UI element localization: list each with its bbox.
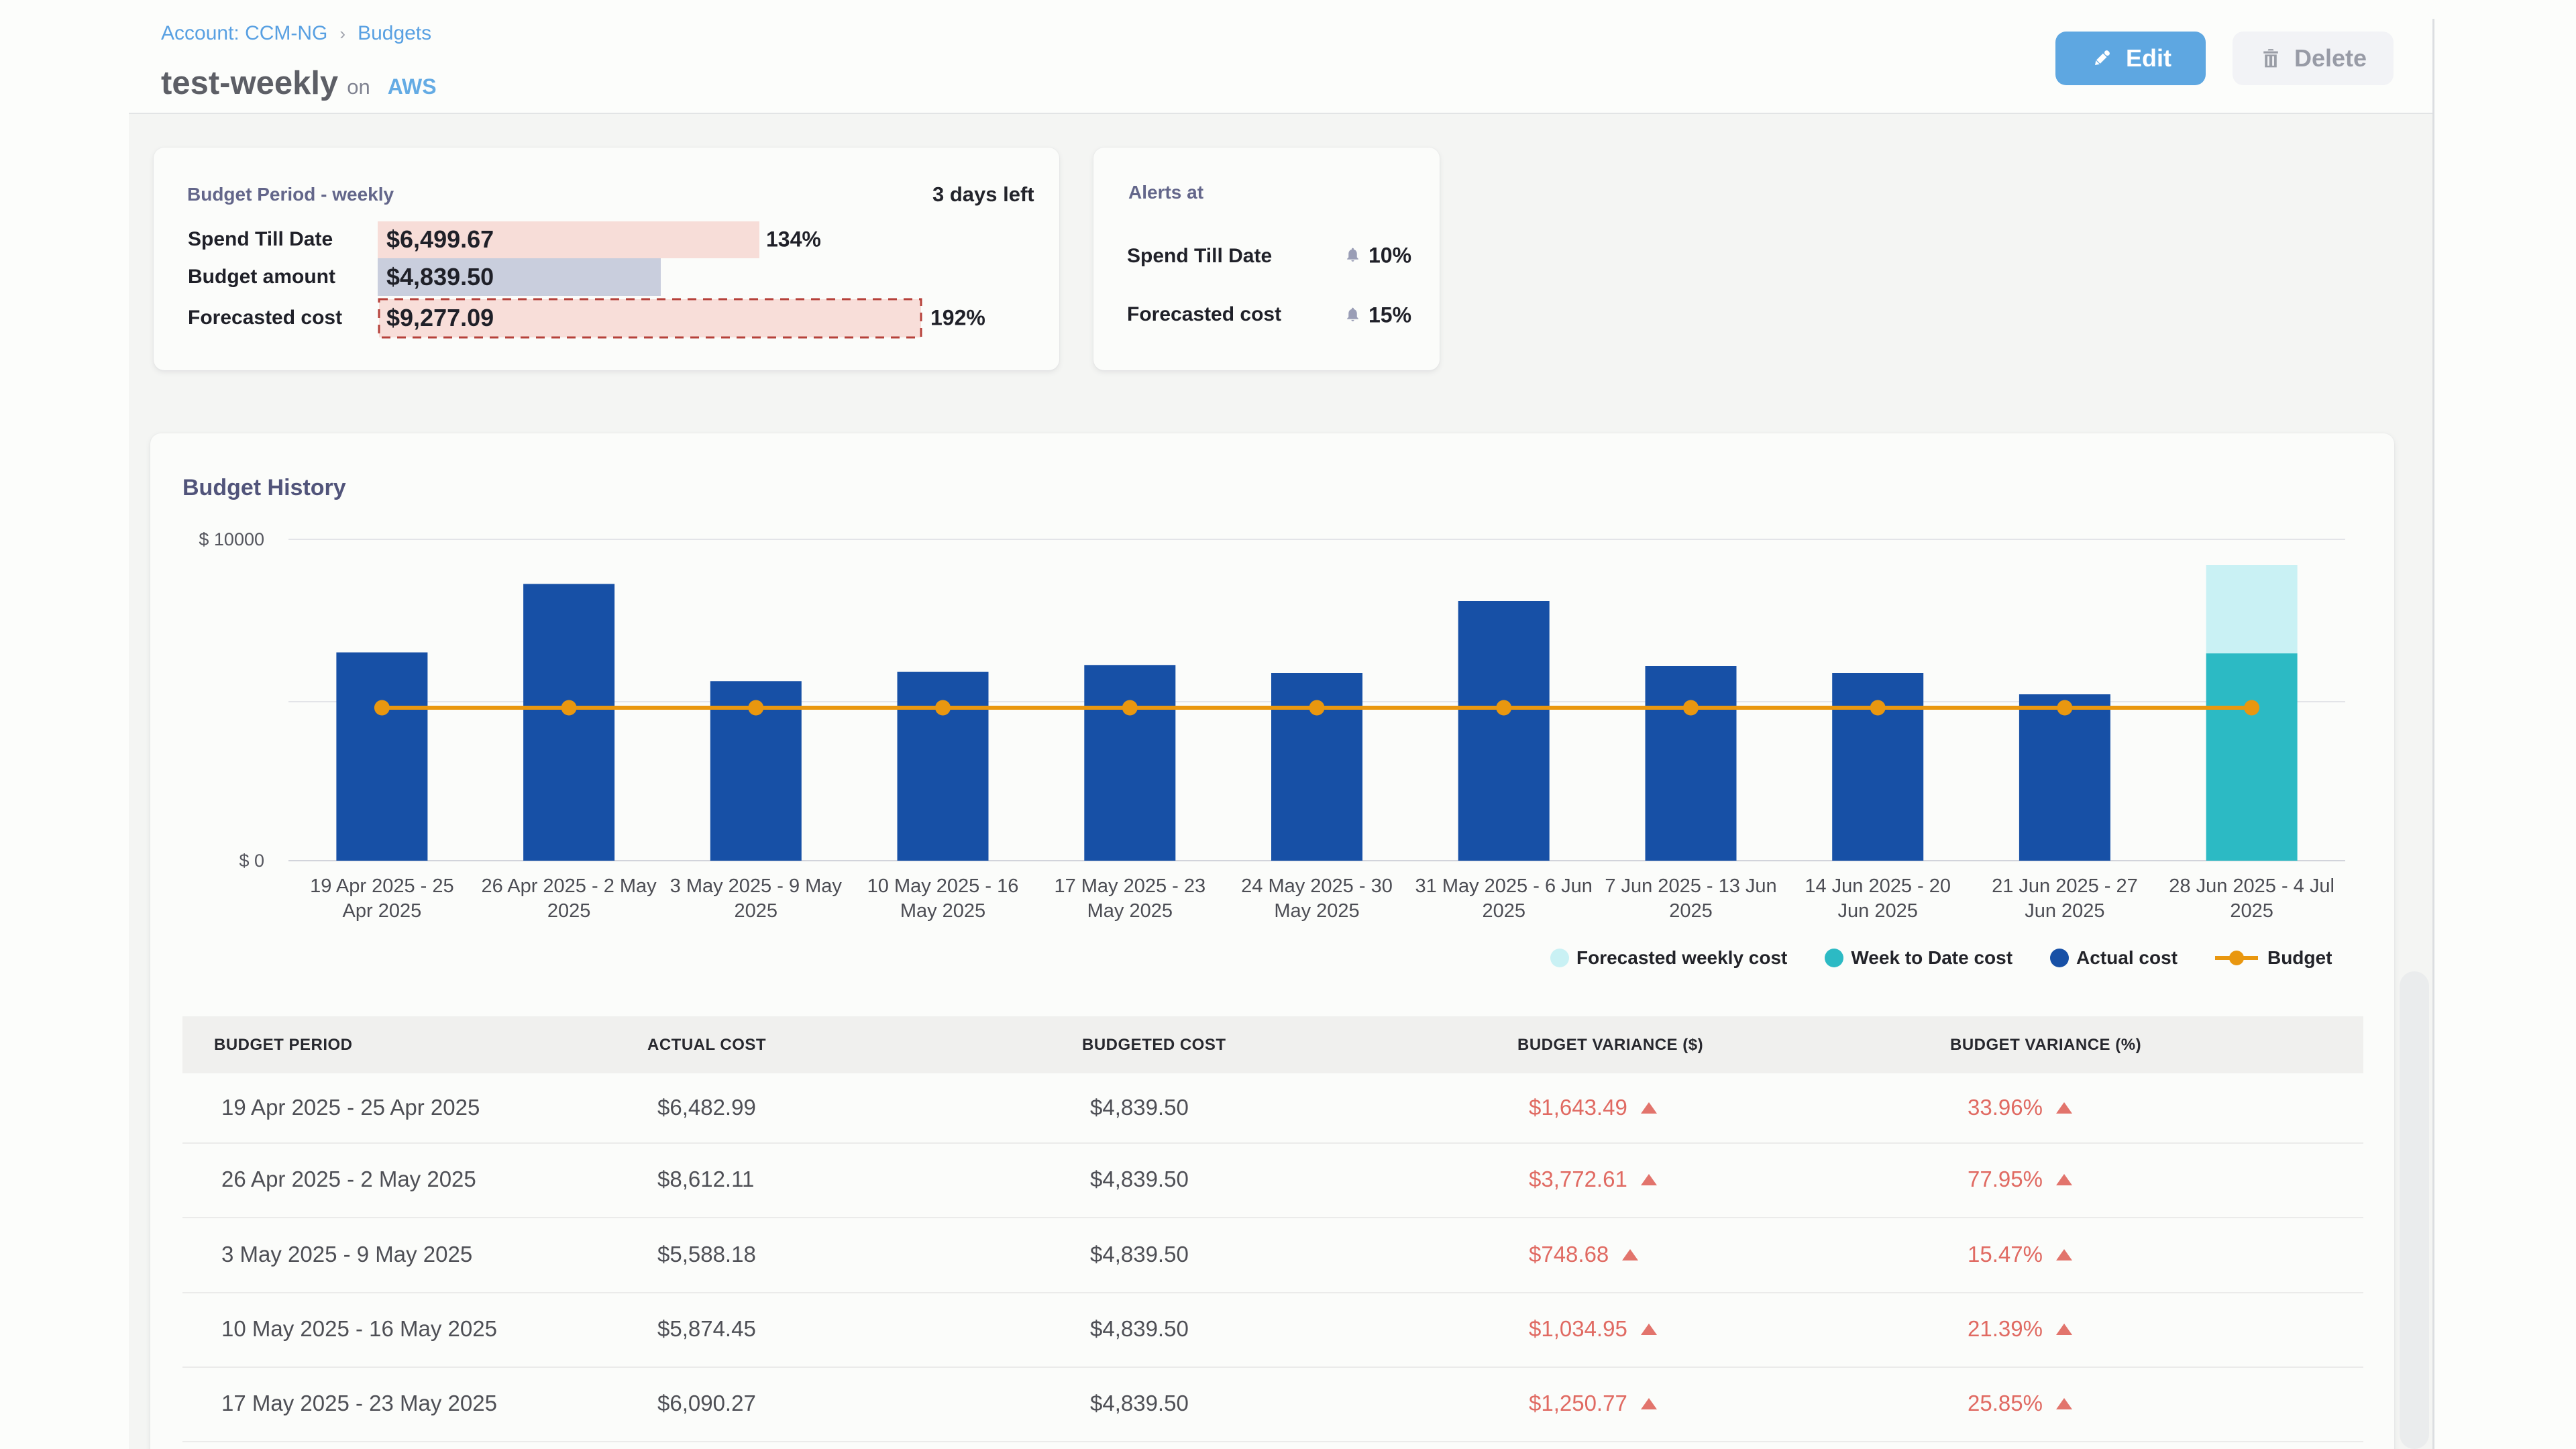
svg-text:10 May 2025 - 16: 10 May 2025 - 16 <box>867 875 1019 897</box>
svg-text:7 Jun 2025 - 13 Jun: 7 Jun 2025 - 13 Jun <box>1605 875 1776 897</box>
svg-text:May 2025: May 2025 <box>900 900 985 922</box>
svg-text:17 May 2025 - 23: 17 May 2025 - 23 <box>1054 875 1205 897</box>
svg-text:26 Apr 2025 - 2 May: 26 Apr 2025 - 2 May <box>482 875 657 897</box>
svg-text:$ 0: $ 0 <box>239 851 264 871</box>
svg-text:31 May 2025 - 6 Jun: 31 May 2025 - 6 Jun <box>1415 875 1593 897</box>
svg-text:2025: 2025 <box>1482 900 1525 922</box>
svg-text:Apr 2025: Apr 2025 <box>343 900 422 922</box>
svg-text:Jun 2025: Jun 2025 <box>2025 900 2104 922</box>
svg-text:19 Apr 2025 - 25: 19 Apr 2025 - 25 <box>310 875 453 897</box>
svg-text:Jun 2025: Jun 2025 <box>1838 900 1918 922</box>
svg-text:3 May 2025 - 9 May: 3 May 2025 - 9 May <box>670 875 843 897</box>
svg-text:2025: 2025 <box>1669 900 1713 922</box>
svg-text:2025: 2025 <box>2230 900 2273 922</box>
svg-text:21 Jun 2025 - 27: 21 Jun 2025 - 27 <box>1992 875 2138 897</box>
svg-text:$ 10000: $ 10000 <box>199 529 264 549</box>
svg-text:May 2025: May 2025 <box>1087 900 1173 922</box>
svg-text:24 May 2025 - 30: 24 May 2025 - 30 <box>1241 875 1393 897</box>
svg-text:May 2025: May 2025 <box>1274 900 1359 922</box>
svg-text:2025: 2025 <box>547 900 591 922</box>
svg-text:28 Jun 2025 - 4 Jul: 28 Jun 2025 - 4 Jul <box>2169 875 2334 897</box>
svg-text:14 Jun 2025 - 20: 14 Jun 2025 - 20 <box>1805 875 1951 897</box>
svg-text:2025: 2025 <box>735 900 778 922</box>
